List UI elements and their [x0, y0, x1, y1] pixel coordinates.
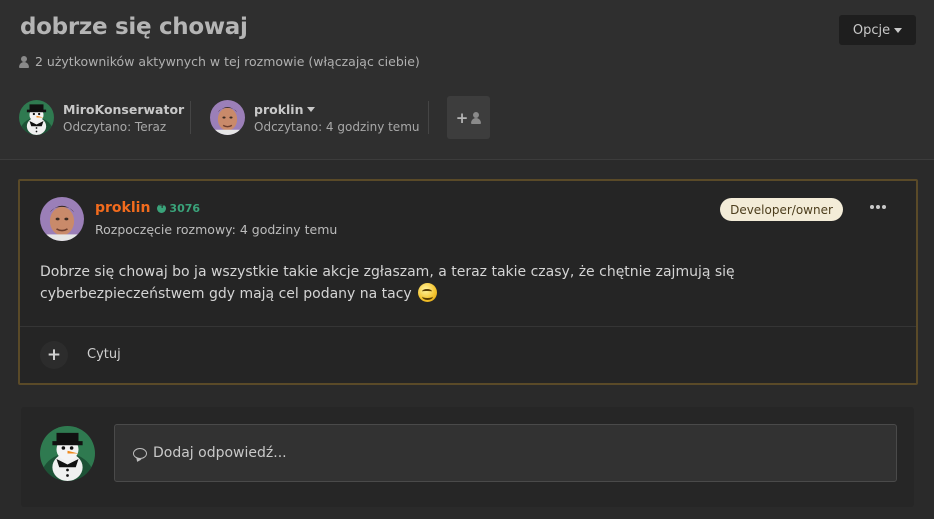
user-icon	[471, 111, 482, 124]
reputation-plus-icon	[157, 201, 167, 213]
participant-name[interactable]: MiroKonserwator	[63, 102, 184, 117]
divider	[428, 101, 429, 134]
divider	[190, 101, 191, 134]
smile-emoji-icon	[418, 283, 438, 302]
role-badge: Developer/owner	[720, 198, 843, 221]
post-text: Dobrze się chowaj bo ja wszystkie takie …	[40, 264, 735, 302]
quote-button[interactable]: Cytuj	[87, 347, 121, 362]
reply-placeholder: Dodaj odpowiedź...	[153, 445, 287, 461]
page-title: dobrze się chowaj	[20, 14, 248, 40]
author-name[interactable]: proklin	[95, 200, 150, 216]
participant-read-status: Odczytano: 4 godziny temu	[254, 119, 420, 134]
post-started-time: Rozpoczęcie rozmowy: 4 godziny temu	[95, 222, 338, 237]
plus-icon: +	[455, 108, 469, 127]
reply-input[interactable]: Dodaj odpowiedź...	[114, 424, 897, 482]
user-icon	[19, 55, 29, 68]
active-users-line: 2 użytkowników aktywnych w tej rozmowie …	[19, 54, 420, 69]
options-button[interactable]: Opcje	[839, 15, 916, 45]
participant-name[interactable]: proklin	[254, 102, 303, 117]
comment-icon	[133, 447, 147, 459]
active-users-text: 2 użytkowników aktywnych w tej rozmowie …	[35, 54, 420, 69]
conversation-header: dobrze się chowaj Opcje 2 użytkowników a…	[0, 0, 934, 160]
options-label: Opcje	[852, 22, 891, 38]
add-participant-button[interactable]: +	[447, 96, 490, 139]
avatar[interactable]	[19, 100, 54, 135]
more-options-icon[interactable]	[870, 205, 886, 209]
current-user-avatar	[40, 426, 95, 481]
reply-area: Dodaj odpowiedź...	[21, 407, 914, 507]
conversation-post: proklin 3076 Rozpoczęcie rozmowy: 4 godz…	[18, 179, 918, 385]
reputation-badge: 3076	[157, 201, 201, 215]
participant-read-status: Odczytano: Teraz	[63, 119, 167, 134]
caret-down-icon[interactable]	[307, 106, 316, 112]
divider	[20, 326, 916, 327]
participant-mirokonserwator[interactable]: MiroKonserwator Odczytano: Teraz	[19, 100, 184, 135]
author-avatar[interactable]	[40, 197, 84, 241]
caret-down-icon	[894, 27, 903, 33]
post-content: Dobrze się chowaj bo ja wszystkie takie …	[40, 261, 900, 305]
participant-proklin[interactable]: proklin Odczytano: 4 godziny temu	[210, 100, 420, 135]
avatar[interactable]	[210, 100, 245, 135]
reputation-value: 3076	[169, 201, 201, 215]
multiquote-plus-button[interactable]: +	[40, 341, 68, 369]
